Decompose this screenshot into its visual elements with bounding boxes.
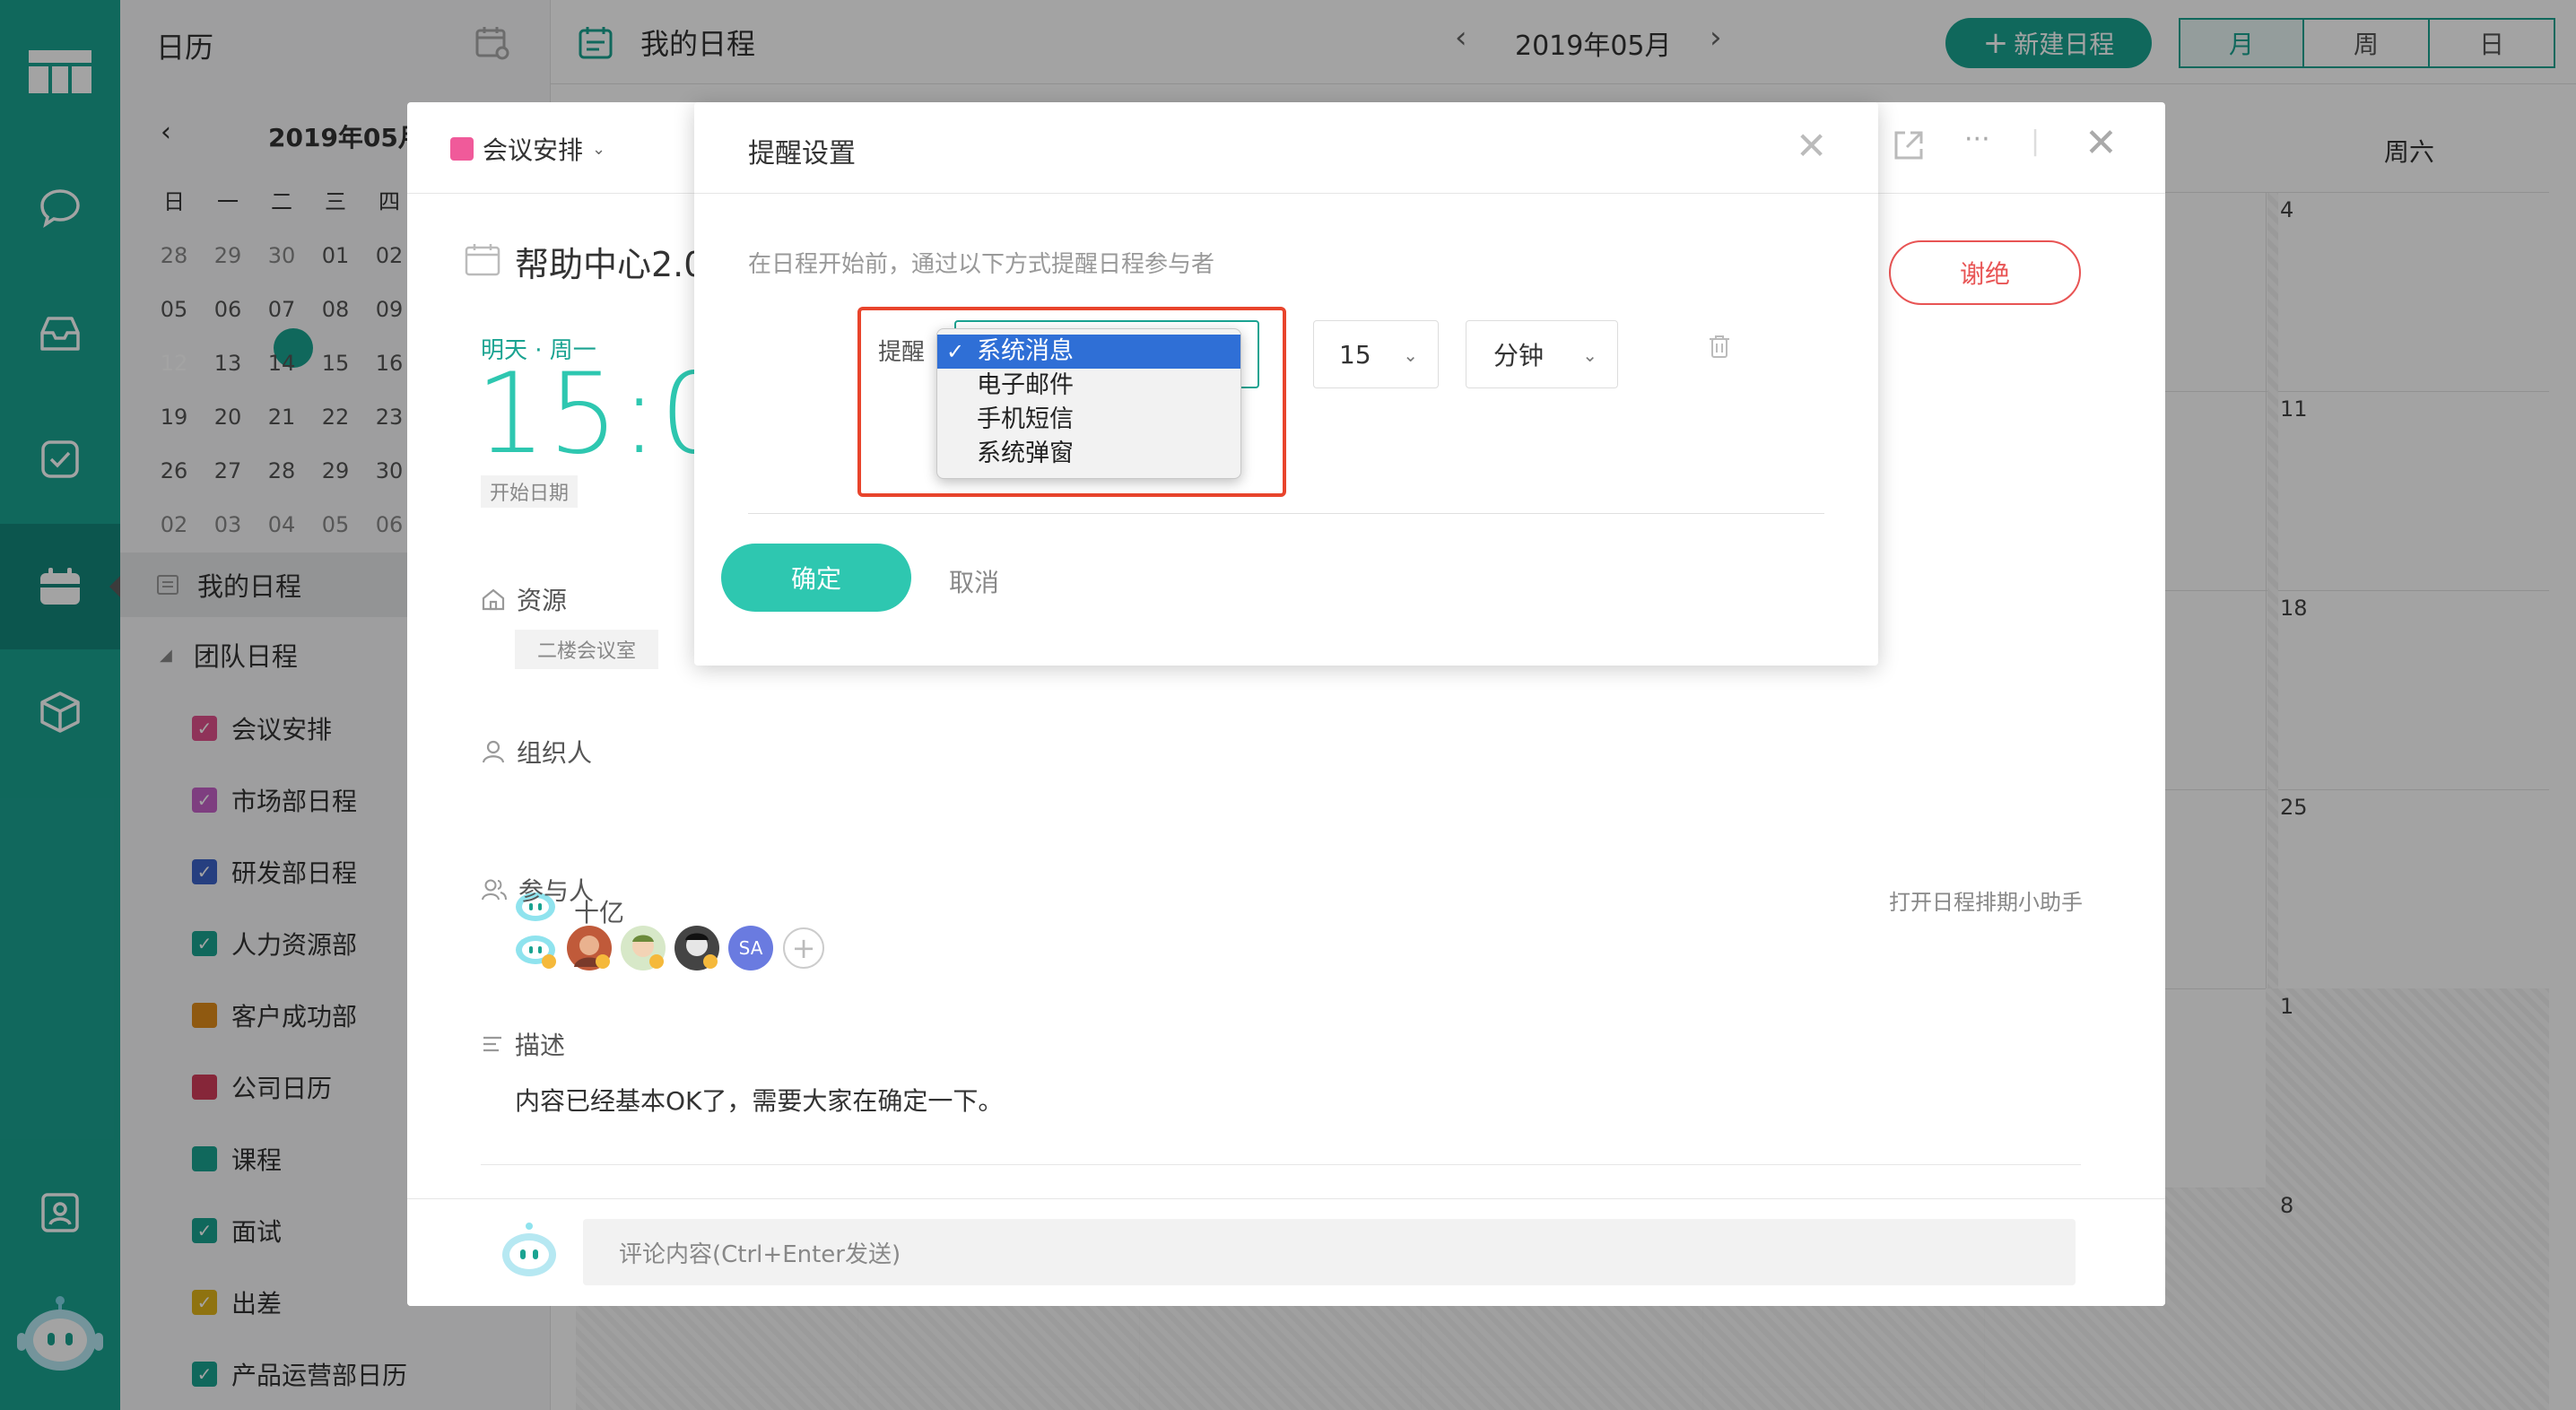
participant-avatar[interactable]	[621, 926, 666, 970]
user-icon	[482, 740, 505, 763]
reminder-unit-select[interactable]: 分钟 ⌄	[1466, 320, 1618, 388]
event-category-select[interactable]: 会议安排 ⌄	[450, 131, 605, 167]
reminder-dialog-title: 提醒设置	[748, 138, 856, 170]
organizer-label: 组织人	[517, 738, 593, 768]
participant-avatar[interactable]	[567, 926, 612, 970]
dropdown-option[interactable]: 系统消息	[937, 335, 1240, 369]
chevron-down-icon: ⌄	[592, 139, 606, 159]
reminder-dialog: 提醒设置 ✕ 在日程开始前，通过以下方式提醒日程参与者 提醒 15 ⌄ 分钟 ⌄…	[694, 102, 1878, 666]
resource-section: 资源	[481, 581, 567, 617]
dropdown-option[interactable]: 手机短信	[937, 403, 1240, 437]
category-color-swatch	[450, 137, 474, 161]
event-title: 帮助中心2.0	[515, 245, 706, 284]
users-icon	[482, 879, 507, 901]
dialog-divider	[748, 513, 1824, 514]
reminder-amount-select[interactable]: 15 ⌄	[1313, 320, 1439, 388]
organizer-section: 组织人	[481, 734, 592, 770]
more-icon[interactable]: ···	[1964, 124, 1990, 155]
open-external-icon[interactable]	[1893, 129, 1925, 169]
description-label: 描述	[515, 1031, 566, 1060]
chevron-down-icon: ⌄	[1403, 344, 1418, 366]
delete-reminder-icon[interactable]	[1708, 334, 1731, 365]
comment-input[interactable]: 评论内容(Ctrl+Enter发送)	[583, 1219, 2076, 1285]
event-calendar-icon	[465, 242, 500, 284]
reminder-method-dropdown: 系统消息 电子邮件 手机短信 系统弹窗	[936, 328, 1241, 479]
description-text: 内容已经基本OK了，需要大家在确定一下。	[515, 1086, 1004, 1116]
close-icon[interactable]: ✕	[2084, 120, 2118, 166]
participant-avatar[interactable]	[674, 926, 719, 970]
reminder-hint: 在日程开始前，通过以下方式提醒日程参与者	[748, 251, 1215, 278]
text-align-icon	[483, 1036, 501, 1052]
close-icon[interactable]: ✕	[1796, 124, 1827, 168]
schedule-helper-link[interactable]: 打开日程排期小助手	[1889, 884, 2083, 916]
reminder-amount: 15	[1339, 339, 1371, 370]
participant-avatar-sa[interactable]: SA	[728, 926, 773, 970]
section-divider	[481, 1164, 2081, 1165]
participant-initials: SA	[738, 937, 763, 959]
description-section: 描述	[481, 1026, 565, 1062]
decline-button[interactable]: 谢绝	[1889, 240, 2081, 305]
participants-label: 参与人	[518, 876, 595, 906]
reminder-dialog-header: 提醒设置 ✕	[694, 102, 1878, 194]
comment-bar: 评论内容(Ctrl+Enter发送)	[407, 1198, 2165, 1306]
participant-avatar[interactable]	[513, 926, 558, 970]
toolbar-divider: |	[2031, 126, 2041, 157]
participants-section: 参与人	[481, 872, 594, 908]
start-date-label: 开始日期	[481, 475, 579, 508]
comment-avatar	[497, 1219, 561, 1290]
chevron-down-icon: ⌄	[1582, 344, 1597, 366]
dropdown-option[interactable]: 系统弹窗	[937, 437, 1240, 471]
cancel-button[interactable]: 取消	[949, 563, 999, 599]
reminder-unit: 分钟	[1493, 341, 1545, 370]
event-category: 会议安排	[483, 135, 584, 165]
resource-tag[interactable]: 二楼会议室	[515, 630, 658, 669]
confirm-button[interactable]: 确定	[721, 544, 911, 612]
add-participant-button[interactable]: +	[783, 927, 824, 969]
resource-label: 资源	[517, 586, 568, 615]
dropdown-option[interactable]: 电子邮件	[937, 369, 1240, 403]
home-icon	[482, 588, 505, 611]
